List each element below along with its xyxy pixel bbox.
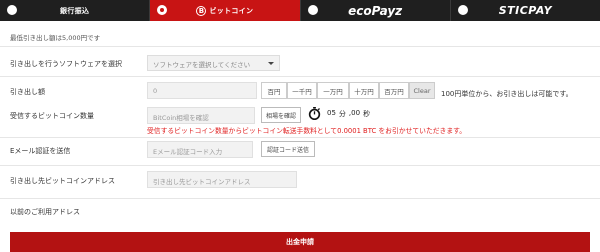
bitcoin-icon: B: [196, 5, 207, 16]
previous-address-label: 以前のご利用アドレス: [10, 208, 80, 216]
tab-label: ビットコイン: [209, 6, 254, 15]
fee-warning: 受信するビットコイン数量からビットコイン転送手数料として0.0001 BTC を…: [147, 127, 467, 135]
bitcoin-amount-label: 受信するビットコイン数量: [10, 112, 94, 120]
timer-text: 05 分 ,00 秒: [327, 109, 370, 119]
send-code-button[interactable]: 認証コード送信: [261, 141, 315, 157]
radio-icon[interactable]: [307, 5, 318, 15]
software-label: 引き出しを行うソフトウェアを選択: [10, 60, 122, 68]
divider: [0, 137, 600, 138]
clear-amount-button[interactable]: Clear: [409, 82, 435, 99]
radio-selected-icon[interactable]: [157, 5, 168, 15]
tab-bank-transfer[interactable]: 銀行振込: [0, 0, 151, 21]
stopwatch-icon: [308, 107, 321, 120]
min-withdraw-note: 最低引き出し額は5,000円です: [10, 34, 101, 42]
timer-seconds: ,00: [348, 108, 361, 117]
software-select-value: ソフトウェアを選択してください: [153, 61, 251, 69]
tab-bitcoin[interactable]: B ビットコイン: [150, 0, 301, 21]
timer-minutes-unit: 分: [338, 109, 346, 118]
tab-label: 銀行振込: [60, 6, 90, 15]
add-10000-button[interactable]: 一万円: [317, 82, 349, 99]
amount-unit-note: 100円単位から、お引き出しは可能です。: [441, 90, 573, 98]
add-100-button[interactable]: 百円: [261, 82, 287, 99]
divider: [0, 46, 600, 47]
divider: [0, 76, 600, 77]
sticpay-logo: STICPAY: [498, 4, 553, 17]
amount-input[interactable]: 0: [147, 82, 257, 99]
amount-input-value: 0: [153, 87, 158, 95]
payment-method-tabs: 銀行振込 B ビットコイン ecoPayz STICPAY: [0, 0, 600, 21]
email-label: Eメール認証を送信: [10, 147, 71, 155]
withdraw-submit-button[interactable]: 出金申請: [10, 232, 590, 252]
timer-minutes: 05: [327, 108, 336, 117]
bitcoin-address-placeholder: 引き出し先ビットコインアドレス: [153, 178, 251, 186]
divider: [0, 198, 600, 199]
tab-ecopayz[interactable]: ecoPayz: [300, 0, 451, 21]
address-label: 引き出し先ビットコインアドレス: [10, 177, 115, 185]
email-code-placeholder: Eメール認証コード入力: [153, 148, 223, 156]
software-select[interactable]: ソフトウェアを選択してください: [147, 55, 280, 71]
radio-icon[interactable]: [457, 5, 468, 15]
divider: [0, 165, 600, 166]
check-rate-button[interactable]: 相場を確認: [261, 107, 301, 123]
timer-seconds-unit: 秒: [363, 109, 371, 118]
ecopayz-logo: ecoPayz: [348, 3, 403, 18]
add-100000-button[interactable]: 十万円: [349, 82, 379, 99]
email-code-input[interactable]: Eメール認証コード入力: [147, 141, 253, 158]
add-1000-button[interactable]: 一千円: [287, 82, 317, 99]
bitcoin-amount-placeholder: BitCoin相場を確認: [153, 114, 209, 122]
bitcoin-address-input[interactable]: 引き出し先ビットコインアドレス: [147, 171, 297, 188]
rate-timer: 05 分 ,00 秒: [308, 107, 370, 120]
amount-label: 引き出し額: [10, 88, 45, 96]
tab-sticpay[interactable]: STICPAY: [450, 0, 600, 21]
dropdown-caret-icon: [268, 62, 274, 65]
add-1000000-button[interactable]: 百万円: [379, 82, 409, 99]
radio-icon[interactable]: [7, 5, 17, 15]
bitcoin-amount-field: BitCoin相場を確認: [147, 107, 255, 124]
